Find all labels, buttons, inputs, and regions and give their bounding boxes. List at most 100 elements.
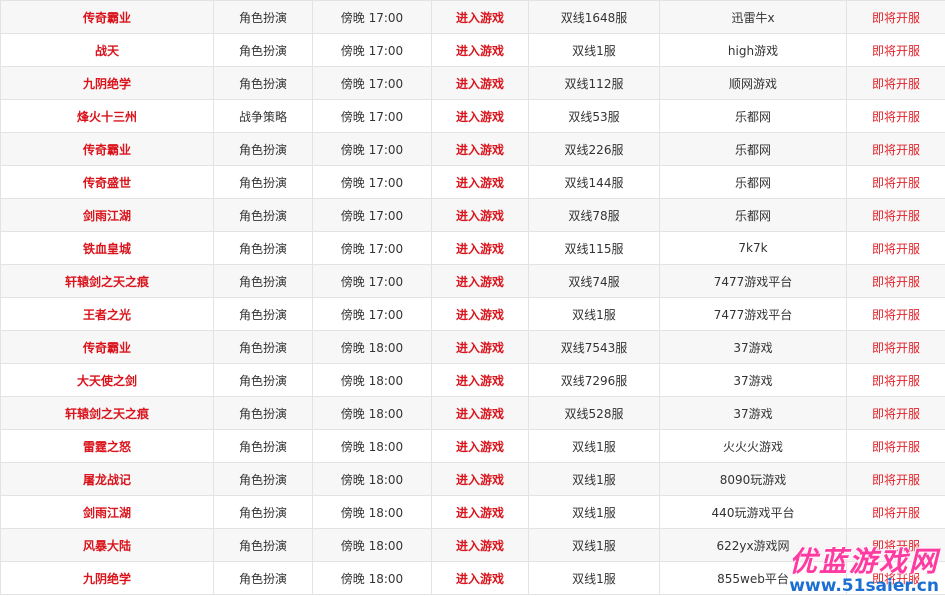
table-row: 剑雨江湖 角色扮演 傍晚 18:00 进入游戏 双线1服 440玩游戏平台 即将开服 bbox=[0, 495, 945, 529]
platform-name: high游戏 bbox=[659, 33, 847, 67]
game-name-link[interactable]: 剑雨江湖 bbox=[0, 495, 214, 529]
status-label: 即将开服 bbox=[846, 132, 945, 166]
server-opening-table: 传奇霸业 角色扮演 傍晚 17:00 进入游戏 双线1648服 迅雷牛x 即将开服 战天 角色扮… bbox=[0, 0, 945, 595]
server-name: 双线115服 bbox=[528, 231, 660, 265]
server-name: 双线528服 bbox=[528, 396, 660, 430]
game-name-link[interactable]: 王者之光 bbox=[0, 297, 214, 331]
game-name-link[interactable]: 九阴绝学 bbox=[0, 561, 214, 595]
open-time: 傍晚 18:00 bbox=[312, 363, 432, 397]
table-row: 九阴绝学 角色扮演 傍晚 18:00 进入游戏 双线1服 855web平台 即将开服 bbox=[0, 561, 945, 595]
enter-game-link[interactable]: 进入游戏 bbox=[431, 561, 529, 595]
platform-name: 622yx游戏网 bbox=[659, 528, 847, 562]
server-table-body: 传奇霸业 角色扮演 傍晚 17:00 进入游戏 双线1648服 迅雷牛x 即将开服 战天 角色扮… bbox=[0, 0, 945, 595]
game-name-link[interactable]: 战天 bbox=[0, 33, 214, 67]
open-time: 傍晚 17:00 bbox=[312, 297, 432, 331]
platform-name: 37游戏 bbox=[659, 330, 847, 364]
open-time: 傍晚 17:00 bbox=[312, 165, 432, 199]
table-row: 轩辕剑之天之痕 角色扮演 傍晚 17:00 进入游戏 双线74服 7477游戏平台 即将开服 bbox=[0, 264, 945, 298]
game-name-link[interactable]: 传奇霸业 bbox=[0, 132, 214, 166]
game-name-link[interactable]: 风暴大陆 bbox=[0, 528, 214, 562]
game-type: 角色扮演 bbox=[213, 264, 313, 298]
status-label: 即将开服 bbox=[846, 363, 945, 397]
game-type: 战争策略 bbox=[213, 99, 313, 133]
platform-name: 火火火游戏 bbox=[659, 429, 847, 463]
server-name: 双线7296服 bbox=[528, 363, 660, 397]
enter-game-link[interactable]: 进入游戏 bbox=[431, 462, 529, 496]
server-name: 双线1服 bbox=[528, 495, 660, 529]
enter-game-link[interactable]: 进入游戏 bbox=[431, 198, 529, 232]
game-type: 角色扮演 bbox=[213, 528, 313, 562]
game-type: 角色扮演 bbox=[213, 231, 313, 265]
game-name-link[interactable]: 大天使之剑 bbox=[0, 363, 214, 397]
game-name-link[interactable]: 剑雨江湖 bbox=[0, 198, 214, 232]
server-name: 双线74服 bbox=[528, 264, 660, 298]
game-name-link[interactable]: 轩辕剑之天之痕 bbox=[0, 396, 214, 430]
game-name-link[interactable]: 九阴绝学 bbox=[0, 66, 214, 100]
enter-game-link[interactable]: 进入游戏 bbox=[431, 330, 529, 364]
server-name: 双线7543服 bbox=[528, 330, 660, 364]
game-name-link[interactable]: 屠龙战记 bbox=[0, 462, 214, 496]
enter-game-link[interactable]: 进入游戏 bbox=[431, 297, 529, 331]
table-row: 传奇霸业 角色扮演 傍晚 17:00 进入游戏 双线1648服 迅雷牛x 即将开服 bbox=[0, 0, 945, 34]
platform-name: 440玩游戏平台 bbox=[659, 495, 847, 529]
game-type: 角色扮演 bbox=[213, 66, 313, 100]
open-time: 傍晚 17:00 bbox=[312, 231, 432, 265]
game-name-link[interactable]: 轩辕剑之天之痕 bbox=[0, 264, 214, 298]
server-name: 双线78服 bbox=[528, 198, 660, 232]
platform-name: 7477游戏平台 bbox=[659, 297, 847, 331]
table-row: 战天 角色扮演 傍晚 17:00 进入游戏 双线1服 high游戏 即将开服 bbox=[0, 33, 945, 67]
status-label: 即将开服 bbox=[846, 561, 945, 595]
server-name: 双线112服 bbox=[528, 66, 660, 100]
table-row: 传奇霸业 角色扮演 傍晚 17:00 进入游戏 双线226服 乐都网 即将开服 bbox=[0, 132, 945, 166]
table-row: 雷霆之怒 角色扮演 傍晚 18:00 进入游戏 双线1服 火火火游戏 即将开服 bbox=[0, 429, 945, 463]
platform-name: 顺网游戏 bbox=[659, 66, 847, 100]
enter-game-link[interactable]: 进入游戏 bbox=[431, 264, 529, 298]
platform-name: 乐都网 bbox=[659, 198, 847, 232]
game-type: 角色扮演 bbox=[213, 396, 313, 430]
game-name-link[interactable]: 烽火十三州 bbox=[0, 99, 214, 133]
server-name: 双线1服 bbox=[528, 429, 660, 463]
status-label: 即将开服 bbox=[846, 231, 945, 265]
open-time: 傍晚 18:00 bbox=[312, 495, 432, 529]
enter-game-link[interactable]: 进入游戏 bbox=[431, 231, 529, 265]
platform-name: 迅雷牛x bbox=[659, 0, 847, 34]
game-type: 角色扮演 bbox=[213, 33, 313, 67]
enter-game-link[interactable]: 进入游戏 bbox=[431, 66, 529, 100]
enter-game-link[interactable]: 进入游戏 bbox=[431, 363, 529, 397]
status-label: 即将开服 bbox=[846, 0, 945, 34]
table-row: 烽火十三州 战争策略 傍晚 17:00 进入游戏 双线53服 乐都网 即将开服 bbox=[0, 99, 945, 133]
game-name-link[interactable]: 传奇霸业 bbox=[0, 330, 214, 364]
platform-name: 37游戏 bbox=[659, 396, 847, 430]
enter-game-link[interactable]: 进入游戏 bbox=[431, 0, 529, 34]
server-name: 双线53服 bbox=[528, 99, 660, 133]
platform-name: 乐都网 bbox=[659, 132, 847, 166]
table-row: 九阴绝学 角色扮演 傍晚 17:00 进入游戏 双线112服 顺网游戏 即将开服 bbox=[0, 66, 945, 100]
game-type: 角色扮演 bbox=[213, 198, 313, 232]
status-label: 即将开服 bbox=[846, 330, 945, 364]
game-name-link[interactable]: 传奇盛世 bbox=[0, 165, 214, 199]
game-name-link[interactable]: 铁血皇城 bbox=[0, 231, 214, 265]
table-row: 剑雨江湖 角色扮演 傍晚 17:00 进入游戏 双线78服 乐都网 即将开服 bbox=[0, 198, 945, 232]
game-type: 角色扮演 bbox=[213, 462, 313, 496]
table-row: 屠龙战记 角色扮演 傍晚 18:00 进入游戏 双线1服 8090玩游戏 即将开服 bbox=[0, 462, 945, 496]
enter-game-link[interactable]: 进入游戏 bbox=[431, 528, 529, 562]
open-time: 傍晚 17:00 bbox=[312, 198, 432, 232]
enter-game-link[interactable]: 进入游戏 bbox=[431, 165, 529, 199]
server-name: 双线1服 bbox=[528, 561, 660, 595]
enter-game-link[interactable]: 进入游戏 bbox=[431, 396, 529, 430]
server-name: 双线144服 bbox=[528, 165, 660, 199]
enter-game-link[interactable]: 进入游戏 bbox=[431, 132, 529, 166]
status-label: 即将开服 bbox=[846, 264, 945, 298]
game-name-link[interactable]: 雷霆之怒 bbox=[0, 429, 214, 463]
open-time: 傍晚 17:00 bbox=[312, 99, 432, 133]
enter-game-link[interactable]: 进入游戏 bbox=[431, 33, 529, 67]
platform-name: 37游戏 bbox=[659, 363, 847, 397]
enter-game-link[interactable]: 进入游戏 bbox=[431, 99, 529, 133]
enter-game-link[interactable]: 进入游戏 bbox=[431, 495, 529, 529]
open-time: 傍晚 17:00 bbox=[312, 0, 432, 34]
enter-game-link[interactable]: 进入游戏 bbox=[431, 429, 529, 463]
table-row: 轩辕剑之天之痕 角色扮演 傍晚 18:00 进入游戏 双线528服 37游戏 即将开服 bbox=[0, 396, 945, 430]
platform-name: 7k7k bbox=[659, 231, 847, 265]
game-name-link[interactable]: 传奇霸业 bbox=[0, 0, 214, 34]
server-name: 双线1服 bbox=[528, 33, 660, 67]
